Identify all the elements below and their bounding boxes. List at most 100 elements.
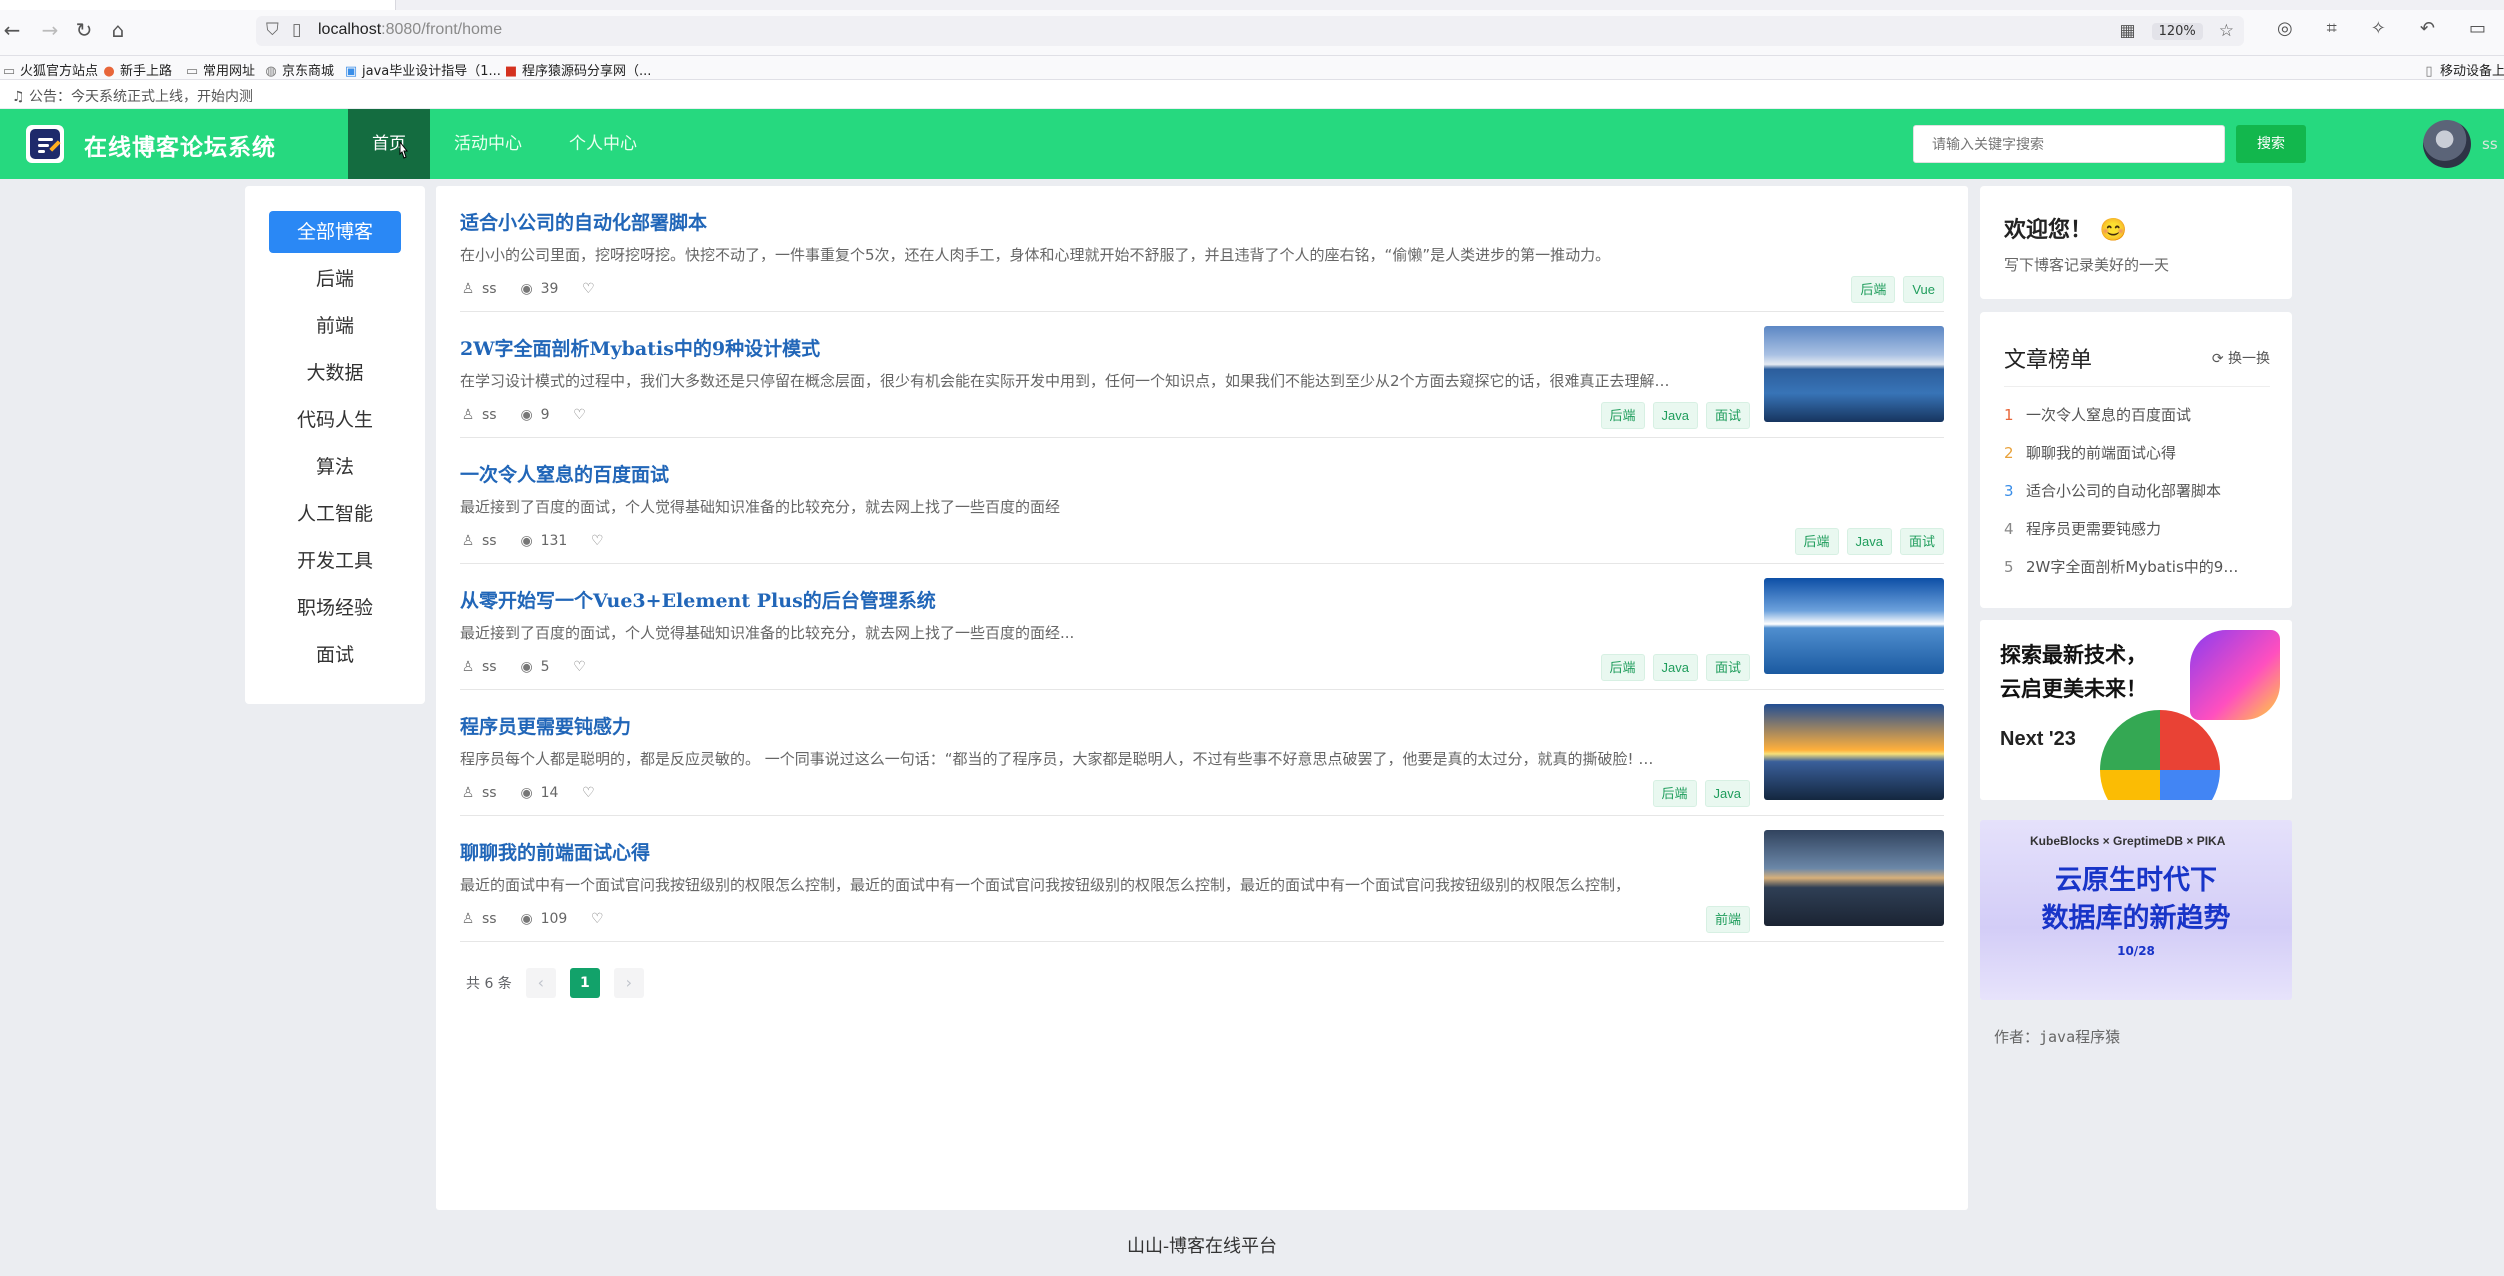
bookmark-item[interactable]: ▯ 移动设备上的	[2422, 60, 2504, 79]
article-item[interactable]: 从零开始写一个Vue3+Element Plus的后台管理系统 最近接到了百度的…	[460, 564, 1944, 690]
bookmark-item[interactable]: ● 新手上路	[102, 60, 172, 79]
site-title[interactable]: 在线博客论坛系统	[84, 128, 276, 162]
tag[interactable]: 后端	[1851, 276, 1896, 303]
ad-banner-next[interactable]: 探索最新技术， 云启更美未来！ Next '23	[1980, 620, 2292, 800]
tag[interactable]: Java	[1652, 654, 1698, 681]
bookmark-item[interactable]: ▭ 火狐官方站点	[2, 60, 98, 79]
article-title[interactable]: 程序员更需要钝感力	[460, 712, 631, 739]
article-author: ss	[482, 533, 497, 549]
category-interview[interactable]: 面试	[269, 634, 401, 676]
article-item[interactable]: 一次令人窒息的百度面试 最近接到了百度的面试，个人觉得基础知识准备的比较充分，就…	[460, 438, 1944, 564]
nav-personal-center[interactable]: 个人中心	[562, 109, 644, 179]
tag[interactable]: 后端	[1600, 654, 1645, 681]
reload-icon[interactable]: ↻	[72, 18, 96, 42]
article-item[interactable]: 程序员更需要钝感力 程序员每个人都是聪明的，都是反应灵敏的。 一个同事说过这么一…	[460, 690, 1944, 816]
back-icon[interactable]: ←	[0, 18, 24, 42]
tag[interactable]: 后端	[1600, 402, 1645, 429]
shield-icon[interactable]: ⛉	[266, 20, 279, 40]
category-all[interactable]: 全部博客	[269, 211, 401, 253]
article-item[interactable]: 适合小公司的自动化部署脚本 在小小的公司里面，挖呀挖呀挖。快挖不动了，一件事重复…	[460, 186, 1944, 312]
article-desc: 最近接到了百度的面试，个人觉得基础知识准备的比较充分，就去网上找了一些百度的面经	[460, 498, 1061, 516]
category-dev-tools[interactable]: 开发工具	[269, 540, 401, 582]
avatar[interactable]	[2423, 120, 2471, 168]
bookmark-item[interactable]: ▣ java毕业设计指导（1...	[344, 60, 501, 79]
bookmark-star-icon[interactable]: ☆	[2219, 21, 2234, 41]
ranking-refresh-button[interactable]: ⟳ 换一换	[2212, 348, 2270, 368]
like-icon[interactable]: ♡	[589, 533, 605, 549]
article-item[interactable]: 聊聊我的前端面试心得 最近的面试中有一个面试官问我按钮级别的权限怎么控制，最近的…	[460, 816, 1944, 942]
page-number-button[interactable]: 1	[569, 968, 600, 998]
tag[interactable]: 面试	[1705, 402, 1750, 429]
menu-icon[interactable]: ▭	[2469, 18, 2486, 39]
header-username[interactable]: ss	[2482, 135, 2498, 153]
ad-banner-database[interactable]: KubeBlocks × GreptimeDB × PIKA 云原生时代下 数据库…	[1980, 820, 2292, 1000]
ranking-item[interactable]: 4 程序员更需要钝感力	[2004, 518, 2272, 539]
ranking-item[interactable]: 1 一次令人窒息的百度面试	[2004, 404, 2272, 425]
category-code-life[interactable]: 代码人生	[269, 399, 401, 441]
tag[interactable]: 后端	[1794, 528, 1839, 555]
like-icon[interactable]: ♡	[580, 281, 596, 297]
tag[interactable]: Java	[1704, 780, 1750, 807]
bookmark-item[interactable]: ◍ 京东商城	[264, 60, 334, 79]
category-ai[interactable]: 人工智能	[269, 493, 401, 535]
bell-icon: ♫	[12, 89, 25, 105]
home-icon[interactable]: ⌂	[106, 18, 130, 42]
tag[interactable]: Java	[1652, 402, 1698, 429]
prev-page-button[interactable]: ‹	[525, 968, 556, 998]
article-thumbnail[interactable]	[1764, 830, 1944, 926]
article-thumbnail[interactable]	[1764, 326, 1944, 422]
search-button[interactable]: 搜索	[2236, 125, 2306, 163]
like-icon[interactable]: ♡	[589, 911, 605, 927]
article-author: ss	[482, 407, 497, 423]
ranking-item[interactable]: 3 适合小公司的自动化部署脚本	[2004, 480, 2272, 501]
bookmark-item[interactable]: ▭ 常用网址	[185, 60, 255, 79]
zoom-level[interactable]: 120%	[2151, 22, 2203, 40]
article-title[interactable]: 聊聊我的前端面试心得	[460, 838, 650, 865]
tag[interactable]: 面试	[1899, 528, 1944, 555]
article-title[interactable]: 从零开始写一个Vue3+Element Plus的后台管理系统	[460, 586, 936, 613]
article-thumbnail[interactable]	[1764, 704, 1944, 800]
category-career[interactable]: 职场经验	[269, 587, 401, 629]
search-input[interactable]	[1913, 125, 2225, 163]
undo-icon[interactable]: ↶	[2420, 18, 2435, 39]
like-icon[interactable]: ♡	[572, 407, 588, 423]
tag[interactable]: 面试	[1705, 654, 1750, 681]
category-frontend[interactable]: 前端	[269, 305, 401, 347]
nav-activity-center[interactable]: 活动中心	[448, 109, 528, 179]
article-meta: ♙ ss ◉ 5 ♡	[460, 659, 594, 675]
tag[interactable]: Java	[1846, 528, 1892, 555]
article-title[interactable]: 适合小公司的自动化部署脚本	[460, 208, 707, 235]
account-icon[interactable]: ◎	[2277, 18, 2293, 39]
rank-number: 4	[2004, 520, 2014, 538]
tag[interactable]: 后端	[1652, 780, 1697, 807]
tag[interactable]: Vue	[1903, 276, 1944, 303]
like-icon[interactable]: ♡	[580, 785, 596, 801]
eye-icon: ◉	[520, 533, 533, 549]
logo-icon[interactable]	[26, 125, 64, 163]
ranking-item[interactable]: 5 2W字全面剖析Mybatis中的9…	[2004, 556, 2272, 577]
article-title[interactable]: 一次令人窒息的百度面试	[460, 460, 669, 487]
article-thumbnail[interactable]	[1764, 578, 1944, 674]
ad-headline-line: 云启更美未来！	[2000, 677, 2147, 701]
bookmark-item[interactable]: ■ 程序猿源码分享网（...	[504, 60, 652, 79]
tag[interactable]: 前端	[1705, 906, 1750, 933]
extension-icon[interactable]: ✧	[2371, 18, 2386, 39]
like-icon[interactable]: ♡	[572, 659, 588, 675]
page-info-icon[interactable]: ▯	[292, 20, 301, 40]
category-backend[interactable]: 后端	[269, 258, 401, 300]
url-path: :8080/front/home	[381, 21, 503, 38]
next-page-button[interactable]: ›	[613, 968, 644, 998]
ranking-item[interactable]: 2 聊聊我的前端面试心得	[2004, 442, 2272, 463]
qr-code-icon[interactable]: ▦	[2120, 21, 2136, 41]
screenshot-icon[interactable]: ⌗	[2327, 18, 2337, 39]
active-tab[interactable]	[0, 0, 396, 10]
forward-icon[interactable]: →	[38, 18, 62, 42]
nav-home[interactable]: 首页	[348, 109, 430, 179]
article-title[interactable]: 2W字全面剖析Mybatis中的9种设计模式	[460, 334, 820, 361]
site-footer: 山山-博客在线平台	[1126, 1236, 1278, 1257]
url-text[interactable]: localhost:8080/front/home	[318, 21, 502, 39]
category-algorithm[interactable]: 算法	[269, 446, 401, 488]
category-bigdata[interactable]: 大数据	[269, 352, 401, 394]
url-bar[interactable]: ⛉ ▯ localhost:8080/front/home ▦ 120% ☆	[256, 16, 2244, 46]
article-item[interactable]: 2W字全面剖析Mybatis中的9种设计模式 在学习设计模式的过程中，我们大多数…	[460, 312, 1944, 438]
